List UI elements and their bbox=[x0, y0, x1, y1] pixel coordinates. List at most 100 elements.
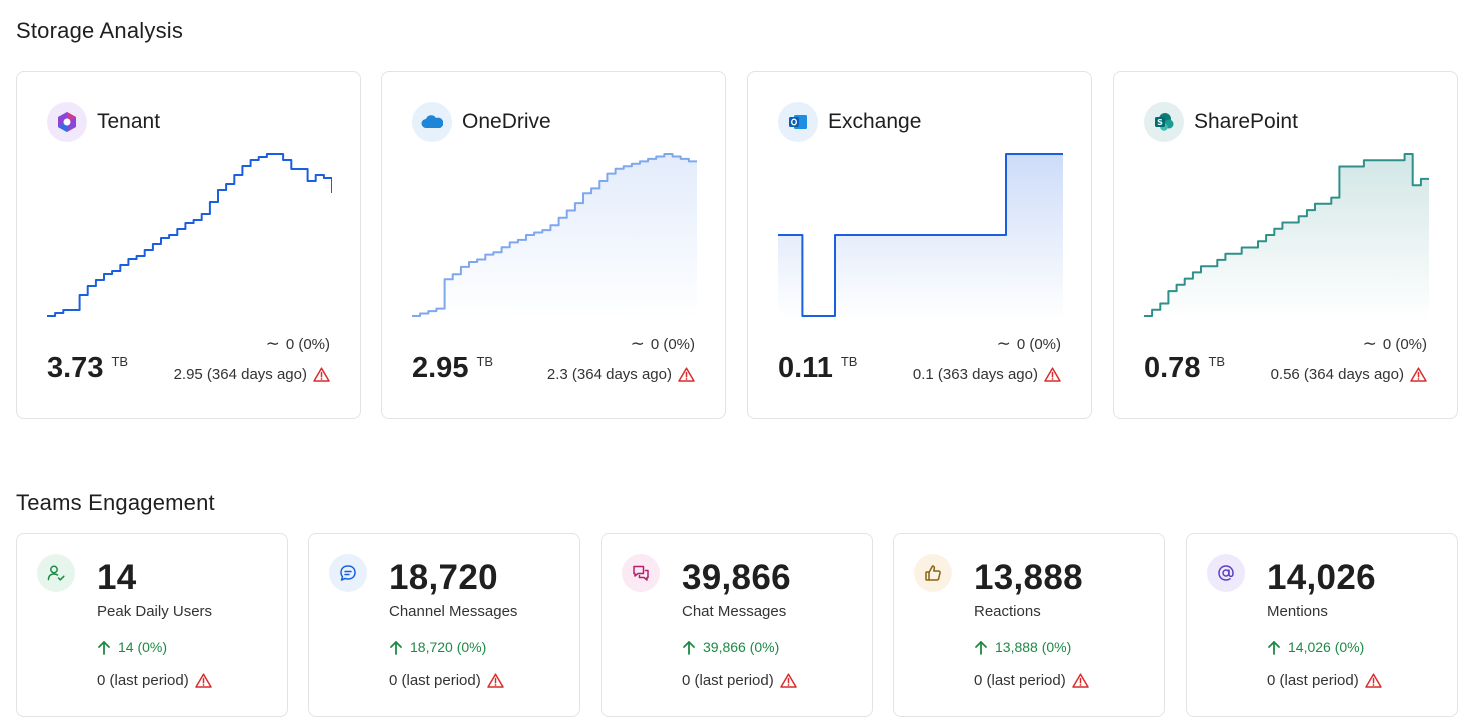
storage-card-exchange[interactable]: Exchange ∼ 0 (0%) 0.11 TB 0.1 (363 days ag… bbox=[747, 71, 1092, 419]
teams-metric-previous-value: 0 (last period) bbox=[974, 672, 1066, 689]
flat-trend-icon: ∼ bbox=[630, 334, 645, 353]
arrow-up-icon bbox=[389, 640, 403, 655]
storage-value-number: 3.73 bbox=[47, 352, 104, 384]
teams-metric-change-value: 14 (0%) bbox=[118, 639, 168, 655]
storage-trend-value: 0 (0%) bbox=[1016, 335, 1061, 353]
teams-metric-value: 39,866 bbox=[682, 558, 791, 597]
teams-metric-change: 39,866 (0%) bbox=[682, 639, 779, 655]
teams-card-channel-messages[interactable]: 18,720 Channel Messages 18,720 (0%) 0 (l… bbox=[308, 533, 580, 717]
storage-trend-chart bbox=[47, 153, 332, 317]
storage-previous-value: 0.1 (363 days ago) bbox=[912, 366, 1038, 383]
warning-icon bbox=[194, 673, 212, 688]
warning-icon bbox=[1071, 673, 1089, 688]
storage-value: 3.73 TB bbox=[47, 352, 128, 385]
teams-metric-previous-value: 0 (last period) bbox=[97, 672, 189, 689]
teams-engagement-title: Teams Engagement bbox=[16, 490, 215, 515]
arrow-up-icon bbox=[682, 640, 696, 655]
chart-area-fill bbox=[1144, 154, 1429, 320]
teams-metric-value: 14,026 bbox=[1267, 558, 1376, 597]
warning-icon bbox=[1044, 367, 1061, 382]
storage-card-name: Tenant bbox=[97, 110, 161, 133]
teams-metric-previous: 0 (last period) bbox=[97, 672, 212, 689]
storage-card-name: OneDrive bbox=[462, 110, 551, 133]
storage-card-name: Exchange bbox=[828, 110, 922, 133]
storage-previous: 2.3 (364 days ago) bbox=[547, 366, 695, 383]
teams-metric-previous: 0 (last period) bbox=[389, 672, 504, 689]
storage-card-header: S SharePoint bbox=[1144, 102, 1298, 142]
teams-metric-value: 18,720 bbox=[389, 558, 498, 597]
storage-trend-value: 0 (0%) bbox=[285, 335, 330, 353]
teams-metric-label: Chat Messages bbox=[682, 603, 787, 620]
storage-card-header: OneDrive bbox=[412, 102, 551, 142]
teams-metric-change-value: 13,888 (0%) bbox=[995, 639, 1072, 655]
storage-trend-value: 0 (0%) bbox=[650, 335, 695, 353]
storage-value-unit: TB bbox=[1208, 354, 1226, 369]
storage-trend-chart bbox=[778, 153, 1063, 320]
storage-card-name: SharePoint bbox=[1194, 110, 1298, 133]
flat-trend-icon: ∼ bbox=[1362, 334, 1377, 353]
storage-value-unit: TB bbox=[840, 354, 858, 369]
channel-message-icon bbox=[329, 554, 367, 592]
teams-metric-label: Mentions bbox=[1267, 603, 1328, 620]
teams-metric-previous: 0 (last period) bbox=[682, 672, 797, 689]
teams-metric-label: Channel Messages bbox=[389, 603, 518, 620]
teams-metric-change-value: 14,026 (0%) bbox=[1288, 639, 1365, 655]
storage-trend-value: 0 (0%) bbox=[1382, 335, 1427, 353]
teams-metric-change-value: 18,720 (0%) bbox=[410, 639, 487, 655]
warning-icon bbox=[313, 367, 330, 382]
storage-previous: 2.95 (364 days ago) bbox=[174, 366, 330, 383]
arrow-up-icon bbox=[1267, 640, 1281, 655]
storage-value-number: 0.78 bbox=[1144, 352, 1201, 384]
teams-metric-change: 13,888 (0%) bbox=[974, 639, 1071, 655]
teams-metric-value: 14 bbox=[97, 558, 137, 597]
teams-metric-previous-value: 0 (last period) bbox=[682, 672, 774, 689]
storage-trend-chart bbox=[1144, 153, 1429, 320]
teams-card-chat-messages[interactable]: 39,866 Chat Messages 39,866 (0%) 0 (last… bbox=[601, 533, 873, 717]
chart-series-line bbox=[47, 153, 332, 317]
teams-metric-previous-value: 0 (last period) bbox=[389, 672, 481, 689]
storage-card-header: Tenant bbox=[47, 102, 160, 142]
thumbs-up-icon bbox=[914, 554, 952, 592]
microsoft365-icon bbox=[47, 102, 87, 142]
storage-trend-chart bbox=[412, 153, 697, 320]
teams-metric-change-value: 39,866 (0%) bbox=[703, 639, 780, 655]
chart-area-fill bbox=[412, 154, 697, 320]
storage-trend: ∼ 0 (0%) bbox=[997, 334, 1061, 354]
warning-icon bbox=[1410, 367, 1427, 382]
storage-card-tenant[interactable]: Tenant ∼ 0 (0%) 3.73 TB 2.95 (364 days ago… bbox=[16, 71, 361, 419]
chat-icon bbox=[622, 554, 660, 592]
warning-icon bbox=[1364, 673, 1382, 688]
onedrive-icon bbox=[412, 102, 452, 142]
teams-metric-previous-value: 0 (last period) bbox=[1267, 672, 1359, 689]
storage-trend: ∼ 0 (0%) bbox=[1363, 334, 1427, 354]
teams-metric-label: Peak Daily Users bbox=[97, 603, 213, 620]
teams-metric-change: 14,026 (0%) bbox=[1267, 639, 1364, 655]
user-check-icon bbox=[37, 554, 75, 592]
teams-card-reactions[interactable]: 13,888 Reactions 13,888 (0%) 0 (last per… bbox=[893, 533, 1165, 717]
svg-text:S: S bbox=[1157, 118, 1163, 127]
storage-value: 2.95 TB bbox=[412, 352, 493, 385]
outlook-icon bbox=[778, 102, 818, 142]
storage-previous-value: 0.56 (364 days ago) bbox=[1270, 366, 1404, 383]
storage-card-onedrive[interactable]: OneDrive ∼ 0 (0%) 2.95 TB 2.3 (364 days ag… bbox=[381, 71, 726, 419]
warning-icon bbox=[486, 673, 504, 688]
warning-icon bbox=[779, 673, 797, 688]
teams-card-mentions[interactable]: 14,026 Mentions 14,026 (0%) 0 (last peri… bbox=[1186, 533, 1458, 717]
storage-value-unit: TB bbox=[476, 354, 494, 369]
teams-metric-change: 18,720 (0%) bbox=[389, 639, 486, 655]
teams-metric-label: Reactions bbox=[974, 603, 1041, 620]
storage-value: 0.11 TB bbox=[778, 352, 857, 385]
storage-previous: 0.1 (363 days ago) bbox=[913, 366, 1061, 383]
storage-trend: ∼ 0 (0%) bbox=[266, 334, 330, 354]
storage-value: 0.78 TB bbox=[1144, 352, 1225, 385]
at-sign-icon bbox=[1207, 554, 1245, 592]
storage-analysis-title: Storage Analysis bbox=[16, 18, 184, 43]
storage-value-number: 0.11 bbox=[778, 352, 833, 384]
warning-icon bbox=[678, 367, 695, 382]
teams-metric-previous: 0 (last period) bbox=[1267, 672, 1382, 689]
flat-trend-icon: ∼ bbox=[996, 334, 1011, 353]
teams-metric-previous: 0 (last period) bbox=[974, 672, 1089, 689]
teams-card-peak-daily-users[interactable]: 14 Peak Daily Users 14 (0%) 0 (last peri… bbox=[16, 533, 288, 717]
storage-card-sharepoint[interactable]: S SharePoint ∼ 0 (0%) 0.78 TB 0.56 (364 da… bbox=[1113, 71, 1458, 419]
storage-previous-value: 2.3 (364 days ago) bbox=[546, 366, 672, 383]
